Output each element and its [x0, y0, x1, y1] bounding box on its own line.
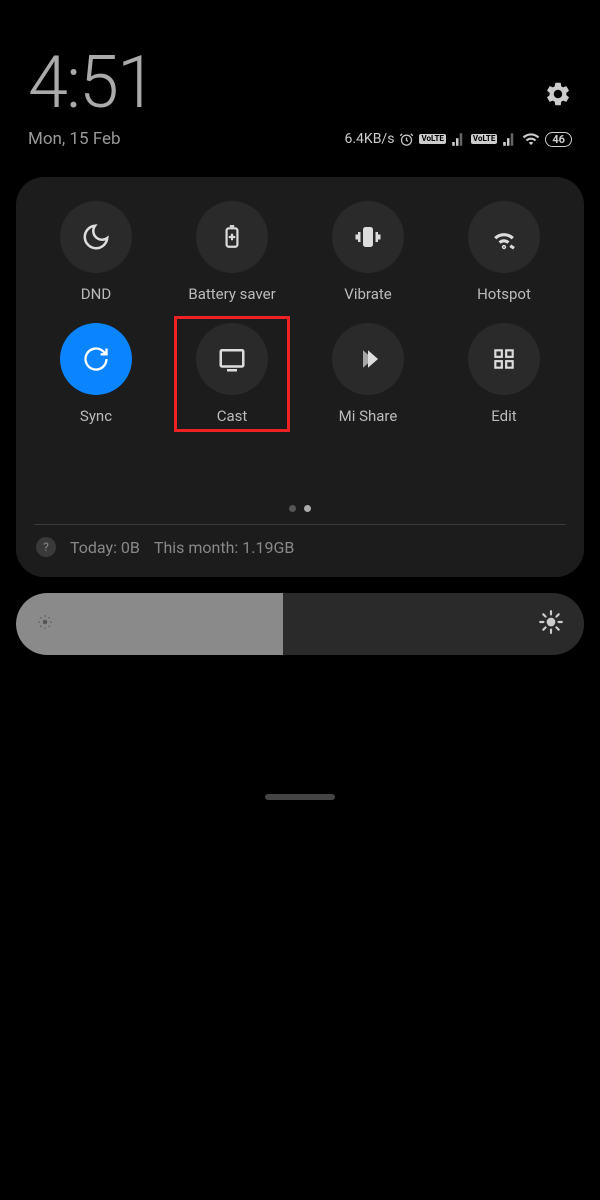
- tile-label: Edit: [491, 407, 516, 425]
- page-dot-active: [304, 505, 311, 512]
- data-usage-row[interactable]: ? Today: 0B This month: 1.19GB: [28, 537, 572, 563]
- qs-tile-sync[interactable]: Sync: [28, 323, 164, 425]
- help-icon: ?: [36, 537, 56, 557]
- network-speed: 6.4KB/s: [345, 131, 395, 147]
- data-month: This month: 1.19GB: [154, 538, 294, 557]
- volte-badge-1: VoLTE: [419, 134, 445, 144]
- settings-button[interactable]: [544, 80, 572, 112]
- tile-label: Vibrate: [344, 285, 391, 303]
- vibrate-icon: [332, 201, 404, 273]
- qs-tile-hotspot[interactable]: Hotspot: [436, 201, 572, 303]
- share-icon: [332, 323, 404, 395]
- tile-label: DND: [81, 285, 111, 303]
- brightness-low-icon: [36, 613, 54, 635]
- qs-tile-mi-share[interactable]: Mi Share: [300, 323, 436, 425]
- qs-tile-vibrate[interactable]: Vibrate: [300, 201, 436, 303]
- cast-icon: [196, 323, 268, 395]
- wifi-icon: [522, 130, 540, 148]
- volte-badge-2: VoLTE: [471, 134, 497, 144]
- qs-tile-battery-saver[interactable]: Battery saver: [164, 201, 300, 303]
- qs-tile-edit[interactable]: Edit: [436, 323, 572, 425]
- tile-label: Mi Share: [339, 407, 398, 425]
- tile-label: Sync: [80, 407, 112, 425]
- grid-icon: [468, 323, 540, 395]
- signal-icon-1: [451, 132, 466, 147]
- status-bar-icons: 6.4KB/s VoLTE VoLTE 46: [345, 130, 573, 148]
- battery-indicator: 46: [545, 132, 572, 147]
- battery-plus-icon: [196, 201, 268, 273]
- tile-label: Battery saver: [188, 285, 275, 303]
- quick-settings-panel: DND Battery saver Vibrate Hotspot Sync Cast Mi…: [16, 177, 584, 577]
- qs-tile-cast[interactable]: Cast: [164, 323, 300, 425]
- page-indicator: [28, 505, 572, 512]
- tile-label: Hotspot: [477, 285, 531, 303]
- page-dot: [289, 505, 296, 512]
- qs-tile-dnd[interactable]: DND: [28, 201, 164, 303]
- date-label: Mon, 15 Feb: [28, 129, 121, 149]
- divider: [34, 524, 566, 525]
- brightness-high-icon: [538, 609, 564, 639]
- home-indicator[interactable]: [265, 794, 335, 800]
- data-today: Today: 0B: [70, 538, 140, 557]
- brightness-fill: [16, 593, 283, 655]
- sync-icon: [60, 323, 132, 395]
- moon-icon: [60, 201, 132, 273]
- signal-icon-2: [502, 132, 517, 147]
- hotspot-icon: [468, 201, 540, 273]
- alarm-icon: [399, 132, 414, 147]
- tile-label: Cast: [217, 407, 248, 425]
- clock-time: 4:51: [28, 40, 572, 125]
- brightness-slider[interactable]: [16, 593, 584, 655]
